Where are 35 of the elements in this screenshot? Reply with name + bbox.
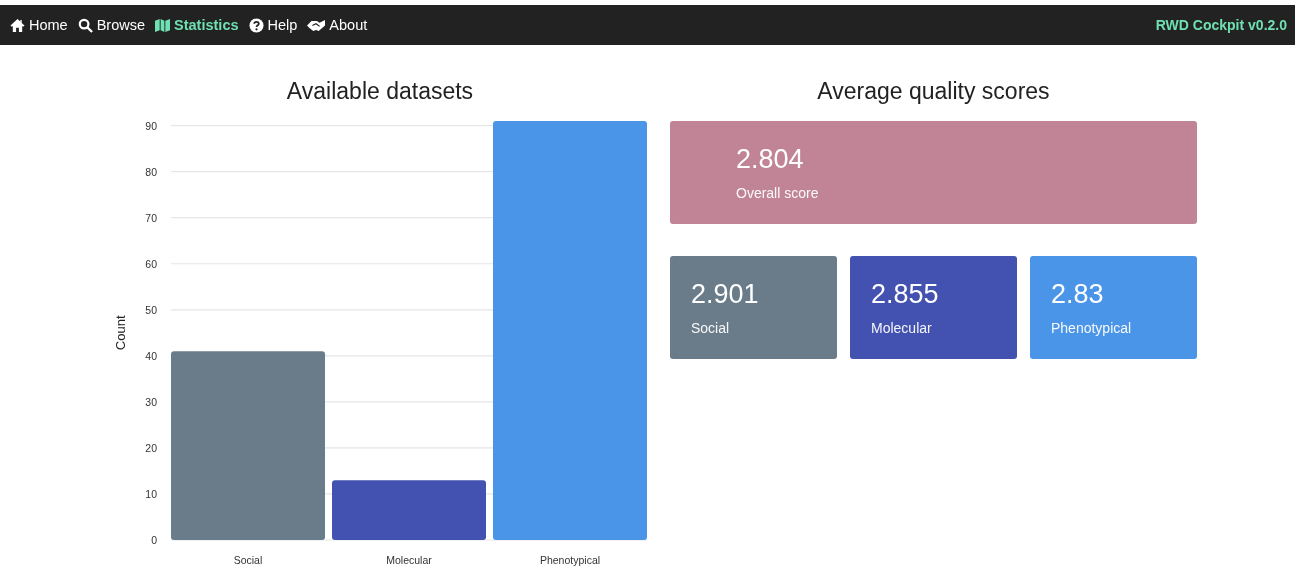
section-title: Average quality scores bbox=[816, 77, 1051, 105]
help-icon bbox=[248, 17, 264, 33]
tick-label: 70 bbox=[145, 211, 157, 224]
tick-label: 90 bbox=[145, 119, 157, 132]
tick-label: 60 bbox=[145, 257, 157, 270]
map-icon bbox=[155, 17, 171, 33]
score-label: Phenotypical bbox=[1051, 320, 1133, 336]
brand-title: RWD Cockpit v0.2.0 bbox=[1155, 17, 1287, 33]
home-icon bbox=[10, 17, 25, 33]
nav-link[interactable]: Browse bbox=[77, 17, 146, 33]
tick-label: 20 bbox=[145, 441, 157, 454]
score-value: 2.901 bbox=[691, 279, 760, 310]
nav-link[interactable]: About bbox=[307, 17, 368, 33]
tick-label: 0 bbox=[151, 534, 157, 546]
score-label: Molecular bbox=[871, 320, 933, 336]
category-label: Molecular bbox=[386, 554, 432, 566]
nav-link[interactable]: Home bbox=[10, 17, 68, 33]
nav-link[interactable]: Help bbox=[248, 17, 298, 33]
search-icon bbox=[77, 17, 93, 33]
nav-link[interactable]: Statistics bbox=[155, 17, 239, 33]
tick-label: 10 bbox=[145, 487, 157, 500]
category-label: Social bbox=[233, 554, 263, 566]
score-value: 2.83 bbox=[1051, 279, 1105, 310]
chart-title: Available datasets bbox=[286, 77, 474, 105]
score-label: Overall score bbox=[736, 185, 820, 201]
handshake-icon bbox=[307, 17, 326, 33]
axis-label: Count bbox=[113, 315, 128, 351]
score-value: 2.804 bbox=[736, 144, 805, 175]
tick-label: 50 bbox=[145, 303, 157, 316]
score-value: 2.855 bbox=[871, 279, 940, 310]
tick-label: 30 bbox=[145, 395, 157, 408]
tick-label: 40 bbox=[145, 349, 157, 362]
tick-label: 80 bbox=[145, 165, 157, 178]
score-label: Social bbox=[691, 320, 731, 336]
category-label: Phenotypical bbox=[539, 554, 601, 566]
